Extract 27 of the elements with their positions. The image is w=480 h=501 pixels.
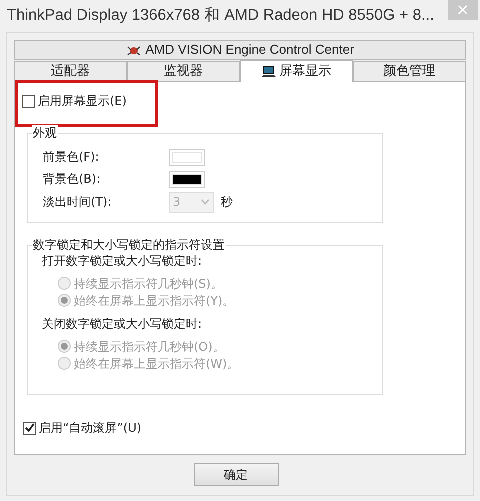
section-heading: 关闭数字锁定或大小写锁定时: [42, 316, 204, 333]
checkbox-label: 启用屏幕显示(E) [38, 93, 127, 110]
field-label: 背景色(B): [43, 171, 102, 188]
group-title: 数字锁定和大小写锁定的指示符设置 [32, 237, 226, 253]
tab[interactable]: 适配器 [14, 61, 127, 81]
radio-label: 始终在屏幕上显示指示符(Y)。 [74, 292, 235, 310]
field-label: 前景色(F): [43, 149, 100, 166]
checkbox[interactable] [23, 422, 36, 434]
radio-label: 始终在屏幕上显示指示符(W)。 [74, 356, 240, 372]
checkbox[interactable] [22, 94, 35, 108]
group-title: 外观 [32, 125, 58, 141]
ok-button[interactable]: 确定 [194, 463, 278, 486]
field-label: 淡出时间(T): [43, 194, 113, 211]
color-swatch[interactable] [169, 170, 205, 188]
radio-label: 持续显示指示符几秒钟(O)。 [74, 338, 225, 356]
checkbox-label: 启用“自动滚屏”(U) [39, 420, 142, 437]
unit-label: 秒 [221, 194, 233, 211]
radio-label: 持续显示指示符几秒钟(S)。 [74, 276, 223, 292]
color-swatch[interactable] [169, 148, 205, 166]
chevron-down-icon [201, 199, 210, 205]
tab[interactable]: 屏幕显示 [240, 60, 353, 82]
header-title: AMD VISION Engine Control Center [146, 41, 354, 60]
bug-icon [126, 44, 142, 56]
tab[interactable]: 监视器 [127, 61, 240, 81]
section-heading: 打开数字锁定或大小写锁定时: [42, 253, 204, 270]
window-title: ThinkPad Display 1366x768 和 AMD Radeon HD 8550G + 8... [6, 6, 434, 26]
tab[interactable]: 颜色管理 [353, 61, 466, 81]
